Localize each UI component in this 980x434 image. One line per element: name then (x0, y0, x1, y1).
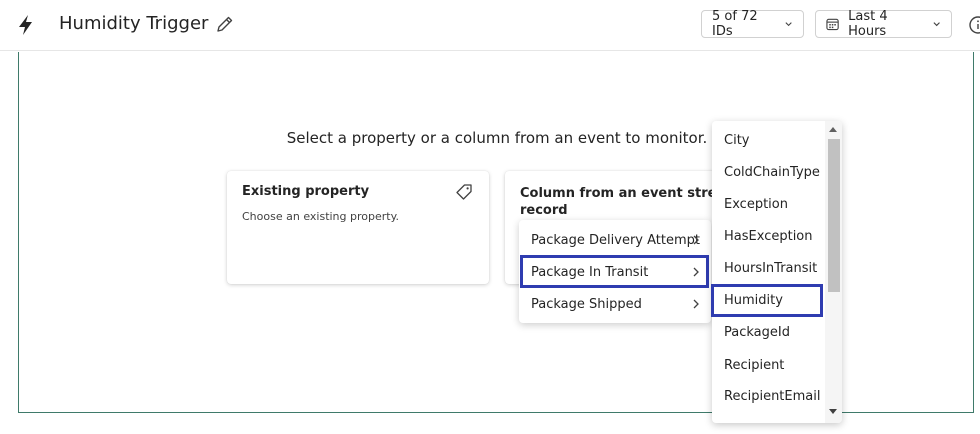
calendar-icon (826, 18, 839, 31)
menu-item-package-delivery-attempt[interactable]: Package Delivery Attempt (519, 224, 711, 256)
card-description: Choose an existing property. (242, 210, 400, 223)
scrollbar-thumb[interactable] (828, 139, 840, 292)
edit-pencil-icon[interactable] (215, 14, 235, 34)
column-item-exception[interactable]: Exception (712, 188, 824, 220)
menu-item-package-shipped[interactable]: Package Shipped (519, 288, 711, 320)
existing-property-card[interactable]: Existing property Choose an existing pro… (227, 171, 489, 284)
card-title-continued: record (520, 203, 568, 218)
scroll-down-arrow-icon[interactable] (828, 408, 838, 416)
tag-icon (456, 184, 472, 200)
lightning-bolt-icon (19, 15, 32, 35)
column-item-hasexception[interactable]: HasException (712, 220, 824, 252)
event-submenu: Package Delivery Attempt Package In Tran… (519, 220, 711, 323)
chevron-right-icon (693, 235, 699, 245)
column-item-recipientemail[interactable]: RecipientEmail (712, 380, 824, 412)
page-title: Humidity Trigger (59, 13, 209, 34)
column-item-recipient[interactable]: Recipient (712, 349, 824, 381)
time-range-button[interactable]: Last 4 Hours (815, 9, 952, 39)
ids-selector-label: 5 of 72 IDs (712, 9, 758, 39)
card-title: Column from an event stream or (520, 186, 725, 201)
column-item-coldchaintype[interactable]: ColdChainType (712, 156, 824, 188)
menu-item-label: Package Shipped (531, 296, 642, 312)
scroll-up-arrow-icon[interactable] (828, 125, 838, 133)
chevron-down-icon (933, 22, 940, 27)
menu-item-package-in-transit[interactable]: Package In Transit (519, 256, 711, 288)
info-icon[interactable] (968, 15, 980, 35)
header-bar: Humidity Trigger 5 of 72 IDs Last 4 Hour… (0, 0, 980, 51)
menu-item-label: Package Delivery Attempt (531, 232, 700, 248)
chevron-right-icon (693, 267, 699, 277)
time-range-label: Last 4 Hours (848, 9, 888, 39)
column-list: City ColdChainType Exception HasExceptio… (712, 121, 842, 423)
column-item-packageid[interactable]: PackageId (712, 316, 824, 348)
column-item-humidity[interactable]: Humidity (712, 284, 824, 316)
column-item-hoursintransit[interactable]: HoursInTransit (712, 252, 824, 284)
card-title: Existing property (242, 184, 370, 199)
menu-item-label: Package In Transit (531, 264, 649, 280)
chevron-right-icon (693, 299, 699, 309)
column-item-city[interactable]: City (712, 124, 824, 156)
ids-selector-button[interactable]: 5 of 72 IDs (701, 9, 804, 39)
chevron-down-icon (785, 22, 792, 27)
